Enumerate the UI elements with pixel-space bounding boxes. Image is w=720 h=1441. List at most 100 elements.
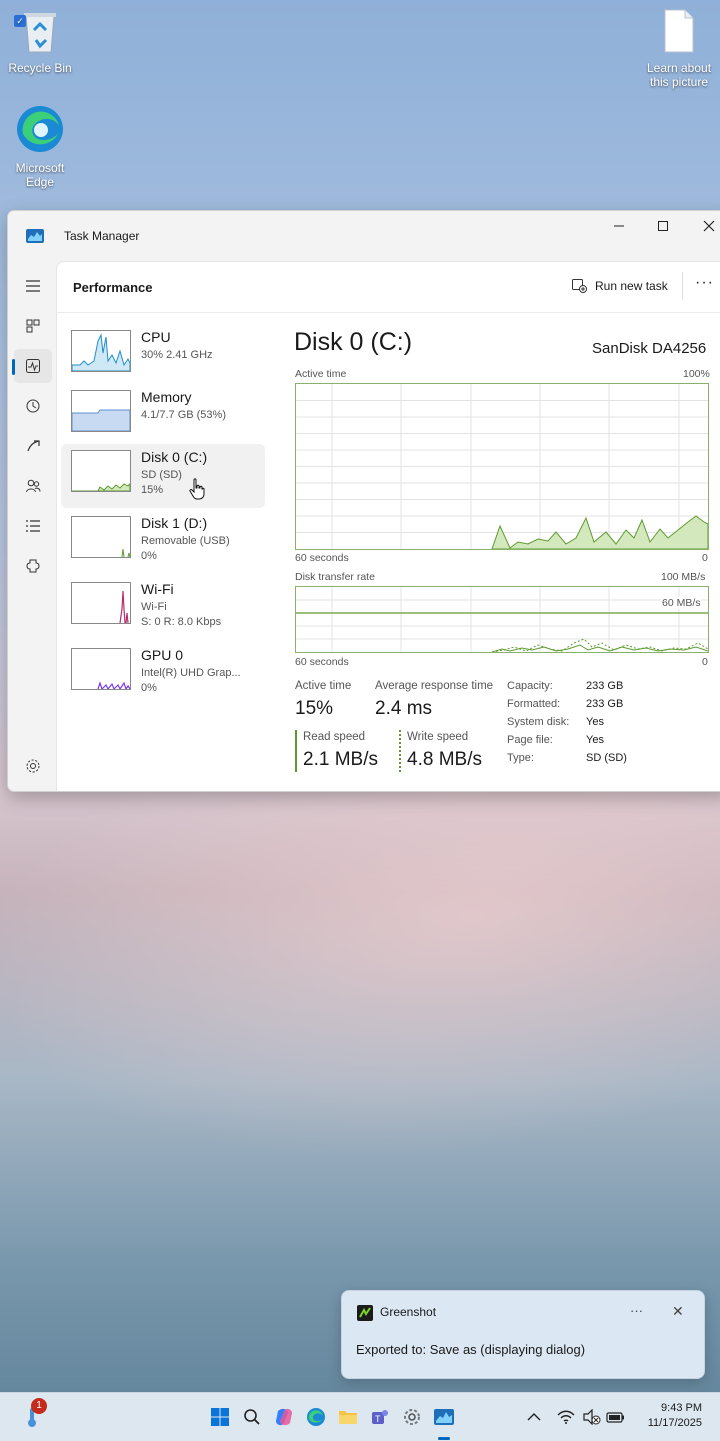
disk1-thumbnail-graph <box>71 516 131 558</box>
resource-item-wifi[interactable]: Wi-Fi Wi-Fi S: 0 R: 8.0 Kbps <box>61 576 265 640</box>
resource-item-gpu[interactable]: GPU 0 Intel(R) UHD Grap... 0% <box>61 642 265 706</box>
edge-label-line2: Edge <box>25 175 55 189</box>
task-manager-window: Task Manager Performance Run new task ··… <box>7 210 720 792</box>
page-file-label: Page file: <box>507 734 553 746</box>
nav-details-icon[interactable] <box>14 509 52 543</box>
maximize-button[interactable] <box>640 211 686 241</box>
show-hidden-icons-chevron-icon[interactable] <box>522 1405 546 1429</box>
system-clock[interactable]: 9:43 PM 11/17/2025 <box>640 1401 702 1431</box>
disk-title: Disk 0 (C:) <box>294 328 413 356</box>
active-time-value: 15% <box>295 698 334 719</box>
resource-name: Memory <box>141 389 192 405</box>
notification-toast[interactable]: Greenshot ··· ✕ Exported to: Save as (di… <box>341 1290 705 1379</box>
formatted-value: 233 GB <box>586 698 624 710</box>
resource-name: Wi-Fi <box>141 581 174 597</box>
resource-detail: Removable (USB) <box>141 535 230 547</box>
learn-about-picture-shortcut[interactable]: Learn about this picture <box>637 8 720 89</box>
header-separator <box>682 272 683 300</box>
task-manager-app-icon <box>26 229 44 248</box>
gpu-thumbnail-graph <box>71 648 131 691</box>
resource-name: GPU 0 <box>141 647 184 663</box>
resource-detail: SD (SD) <box>141 469 182 481</box>
nav-startup-apps-icon[interactable] <box>14 429 52 463</box>
learn-label-line1: Learn about <box>646 61 712 75</box>
mouse-cursor-hand-icon <box>189 478 205 505</box>
nav-app-history-icon[interactable] <box>14 389 52 423</box>
disk0-thumbnail-graph <box>71 450 131 492</box>
greenshot-icon <box>357 1305 373 1326</box>
selection-checkbox[interactable]: ✓ <box>14 15 26 27</box>
clock-date: 11/17/2025 <box>647 1417 702 1429</box>
content-header: Performance Run new task ··· <box>57 262 720 313</box>
minimize-button[interactable] <box>596 211 642 241</box>
nav-performance-icon[interactable] <box>12 349 52 383</box>
transfer-rate-graph-timespan: 60 seconds <box>295 656 349 668</box>
transfer-rate-graph-label: Disk transfer rate <box>295 571 375 583</box>
formatted-label: Formatted: <box>507 698 561 710</box>
resource-detail: 4.1/7.7 GB (53%) <box>141 409 226 421</box>
resource-detail: 30% 2.41 GHz <box>141 349 213 361</box>
cpu-thumbnail-graph <box>71 330 131 372</box>
learn-label-line2: this picture <box>649 75 709 89</box>
recycle-bin-label: Recycle Bin <box>8 61 72 75</box>
system-disk-value: Yes <box>586 716 604 728</box>
resource-item-memory[interactable]: Memory 4.1/7.7 GB (53%) <box>61 384 265 448</box>
battery-icon[interactable] <box>604 1405 628 1429</box>
more-options-button[interactable]: ··· <box>695 274 714 292</box>
nav-processes-icon[interactable] <box>14 309 52 343</box>
nav-users-icon[interactable] <box>14 469 52 503</box>
resource-name: CPU <box>141 329 171 345</box>
volume-muted-icon[interactable] <box>580 1405 604 1429</box>
transfer-rate-scale-line-label: 60 MB/s <box>662 597 701 609</box>
transfer-rate-graph-max: 100 MB/s <box>661 571 706 583</box>
resource-detail: Wi-Fi <box>141 601 167 613</box>
active-time-graph-timespan: 60 seconds <box>295 552 349 564</box>
run-new-task-label: Run new task <box>595 279 668 293</box>
edge-shortcut[interactable]: Microsoft Edge <box>0 104 82 189</box>
nav-services-icon[interactable] <box>14 549 52 583</box>
task-manager-taskbar-icon[interactable] <box>432 1405 456 1429</box>
edge-label-line1: Microsoft <box>15 161 65 175</box>
document-icon <box>637 8 720 57</box>
notification-badge: 1 <box>31 1398 47 1414</box>
resource-usage: 0% <box>141 682 157 694</box>
hamburger-menu-icon[interactable] <box>14 269 52 303</box>
run-new-task-button[interactable]: Run new task <box>571 272 668 300</box>
resource-item-disk-0[interactable]: Disk 0 (C:) SD (SD) 15% <box>61 444 265 508</box>
performance-content: Performance Run new task ··· CPU 30% 2.4… <box>56 261 720 791</box>
transfer-rate-graph: 60 MB/s <box>295 586 709 653</box>
resource-name: Disk 0 (C:) <box>141 449 208 465</box>
wifi-icon[interactable] <box>554 1405 578 1429</box>
page-title: Performance <box>73 280 153 295</box>
read-speed-indicator <box>295 730 297 772</box>
search-icon[interactable] <box>240 1405 264 1429</box>
close-button[interactable] <box>686 211 720 241</box>
settings-taskbar-icon[interactable] <box>400 1405 424 1429</box>
write-speed-label: Write speed <box>407 731 469 743</box>
active-time-label: Active time <box>295 680 352 692</box>
recycle-bin-shortcut[interactable]: ✓ Recycle Bin <box>0 8 82 75</box>
copilot-icon[interactable] <box>272 1405 296 1429</box>
page-file-value: Yes <box>586 734 604 746</box>
edge-icon <box>0 104 82 157</box>
settings-gear-icon[interactable] <box>14 749 52 783</box>
toast-app-name: Greenshot <box>380 1305 437 1319</box>
resource-item-disk-1[interactable]: Disk 1 (D:) Removable (USB) 0% <box>61 510 265 574</box>
start-button-windows-icon[interactable] <box>208 1405 232 1429</box>
type-value: SD (SD) <box>586 752 627 764</box>
active-time-graph-min: 0 <box>702 552 708 564</box>
active-time-graph-max: 100% <box>683 368 710 380</box>
resource-item-cpu[interactable]: CPU 30% 2.41 GHz <box>61 324 265 388</box>
transfer-rate-graph-min: 0 <box>702 656 708 668</box>
teams-icon[interactable]: T <box>368 1405 392 1429</box>
resource-usage: 0% <box>141 550 157 562</box>
edge-taskbar-icon[interactable] <box>304 1405 328 1429</box>
capacity-label: Capacity: <box>507 680 553 692</box>
read-speed-value: 2.1 MB/s <box>303 749 378 770</box>
resource-usage: 15% <box>141 484 164 496</box>
toast-more-button[interactable]: ··· <box>630 1303 643 1318</box>
file-explorer-icon[interactable] <box>336 1405 360 1429</box>
avg-response-value: 2.4 ms <box>375 698 433 719</box>
title-bar[interactable]: Task Manager <box>8 211 720 261</box>
toast-close-button[interactable]: ✕ <box>672 1303 684 1320</box>
